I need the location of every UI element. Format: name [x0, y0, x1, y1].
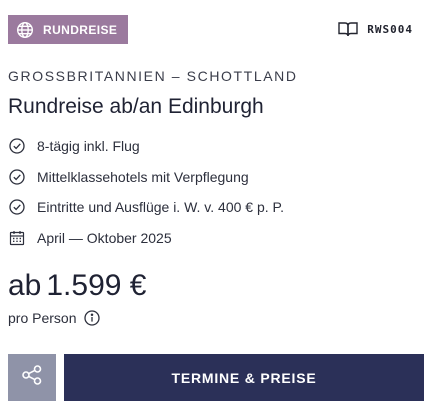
- price: ab 1.599 €: [8, 269, 146, 303]
- tour-code: RWS004: [338, 20, 413, 38]
- feature-text: April — Oktober 2025: [37, 230, 172, 247]
- feature-list: 8-tägig inkl. Flug Mittelklassehotels mi…: [8, 131, 284, 253]
- price-prefix: ab: [8, 269, 42, 302]
- region-label: GROSSBRITANNIEN – SCHOTTLAND: [8, 68, 298, 84]
- category-badge: RUNDREISE: [8, 15, 128, 44]
- globe-icon: [16, 21, 34, 39]
- feature-text: Eintritte und Ausflüge i. W. v. 400 € p.…: [37, 199, 284, 216]
- catalog-book-icon: [338, 21, 358, 37]
- dates-and-prices-button[interactable]: TERMINE & PREISE: [64, 354, 424, 401]
- info-icon[interactable]: [84, 310, 101, 326]
- feature-text: Mittelklassehotels mit Verpflegung: [37, 168, 249, 185]
- share-button[interactable]: [8, 354, 56, 401]
- feature-item: 8-tägig inkl. Flug: [8, 131, 284, 162]
- price-amount: 1.599 €: [46, 269, 147, 302]
- calendar-icon: [8, 229, 26, 247]
- feature-item: April — Oktober 2025: [8, 223, 284, 254]
- tour-title: Rundreise ab/an Edinburgh: [8, 95, 264, 118]
- share-icon: [21, 364, 43, 391]
- check-circle-icon: [8, 137, 26, 155]
- price-unit-label: pro Person: [8, 310, 77, 326]
- tour-code-label: RWS004: [367, 22, 413, 36]
- feature-item: Mittelklassehotels mit Verpflegung: [8, 162, 284, 193]
- feature-item: Eintritte und Ausflüge i. W. v. 400 € p.…: [8, 192, 284, 223]
- feature-text: 8-tägig inkl. Flug: [37, 138, 140, 155]
- category-badge-label: RUNDREISE: [43, 22, 118, 37]
- check-circle-icon: [8, 198, 26, 216]
- check-circle-icon: [8, 168, 26, 186]
- price-unit: pro Person: [8, 310, 101, 326]
